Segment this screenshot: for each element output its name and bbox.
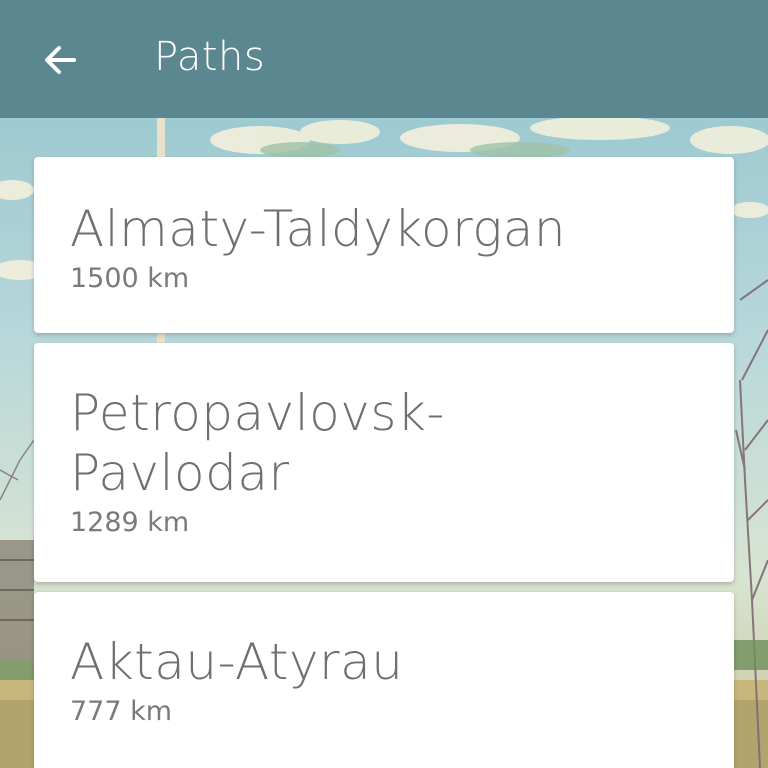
path-name: Almaty-Taldykorgan xyxy=(70,200,567,258)
path-distance: 1500 km xyxy=(70,263,190,294)
path-card[interactable]: Aktau-Atyrau 777 km xyxy=(34,592,734,768)
path-card[interactable]: Petropavlovsk-Pavlodar 1289 km xyxy=(34,343,734,582)
back-button[interactable] xyxy=(30,32,90,88)
path-distance: 1289 km xyxy=(70,507,190,538)
paths-list: Almaty-Taldykorgan 1500 km Petropavlovsk… xyxy=(34,157,734,768)
path-distance: 777 km xyxy=(70,696,173,727)
path-card[interactable]: Almaty-Taldykorgan 1500 km xyxy=(34,157,734,333)
path-name: Aktau-Atyrau xyxy=(70,633,404,691)
path-name: Petropavlovsk-Pavlodar xyxy=(70,384,445,502)
paths-screen: Paths Almaty-Taldykorgan 1500 km Petropa… xyxy=(0,0,768,768)
page-title: Paths xyxy=(154,34,266,80)
arrow-left-icon xyxy=(45,46,76,74)
app-bar: Paths xyxy=(0,0,768,118)
